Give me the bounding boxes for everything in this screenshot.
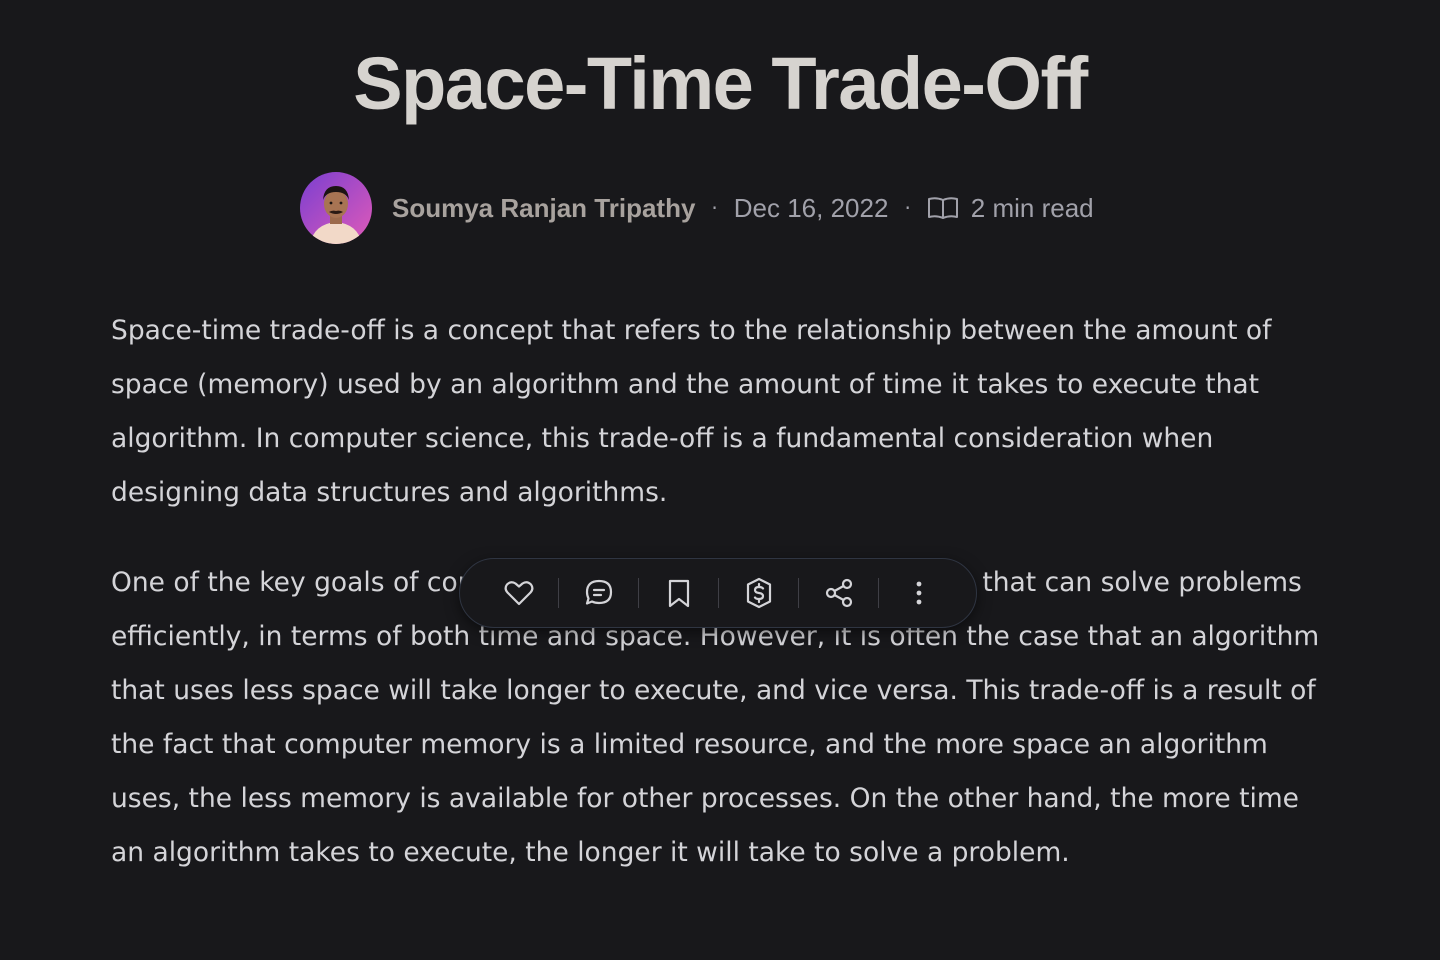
separator-dot: ·: [904, 196, 911, 220]
share-icon: [825, 578, 852, 608]
publish-date: Dec 16, 2022: [733, 192, 889, 223]
comment-icon: [585, 579, 612, 605]
floating-action-toolbar: [459, 558, 977, 628]
heart-icon: [504, 581, 533, 606]
author-avatar[interactable]: [300, 172, 372, 244]
tip-button[interactable]: [719, 558, 798, 628]
dollar-icon: [746, 577, 771, 609]
bookmark-button[interactable]: [639, 558, 718, 628]
share-button[interactable]: [799, 558, 878, 628]
book-icon: [927, 195, 959, 221]
more-icon: [916, 581, 921, 605]
read-time: 2 min read: [970, 192, 1094, 223]
more-options-button[interactable]: [879, 558, 958, 628]
byline: Soumya Ranjan Tripathy · Dec 16, 2022 · …: [300, 172, 1094, 244]
article-title: Space-Time Trade-Off: [353, 42, 1088, 125]
author-name[interactable]: Soumya Ranjan Tripathy: [392, 193, 695, 224]
article-paragraph: Space-time trade-off is a concept that r…: [111, 315, 1272, 508]
separator-dot: ·: [711, 196, 718, 220]
bookmark-icon: [668, 579, 689, 608]
like-button[interactable]: [479, 558, 558, 628]
comment-button[interactable]: [559, 558, 638, 628]
